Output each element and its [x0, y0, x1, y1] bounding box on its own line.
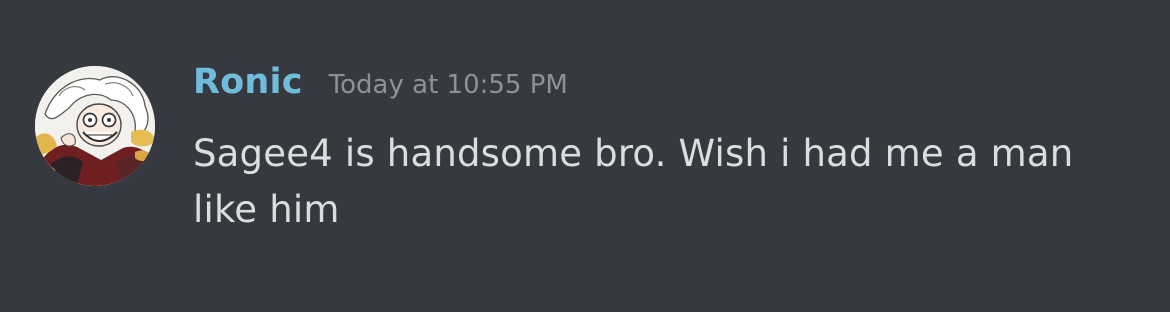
message-timestamp[interactable]: Today at 10:55 PM	[329, 70, 568, 100]
message-text: Sagee4 is handsome bro. Wish i had me a …	[193, 132, 1074, 231]
message-header: Ronic Today at 10:55 PM	[193, 62, 568, 102]
chat-message: Ronic Today at 10:55 PM Sagee4 is handso…	[0, 0, 1170, 312]
username[interactable]: Ronic	[193, 62, 303, 102]
anime-character-avatar-icon	[35, 66, 155, 186]
user-avatar[interactable]	[35, 66, 155, 186]
